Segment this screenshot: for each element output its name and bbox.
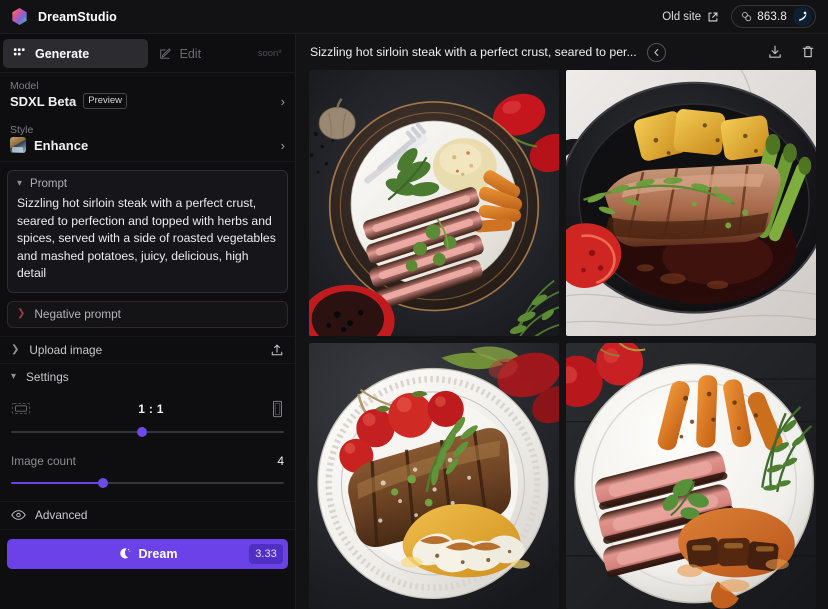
style-group-label: Style [10, 124, 34, 136]
main-actions [767, 44, 816, 60]
pencil-square-icon [159, 47, 171, 59]
top-bar: DreamStudio Old site 863.8 [0, 0, 828, 34]
negative-prompt-section: ❯ Negative prompt [0, 293, 295, 336]
prompt-input[interactable]: Sizzling hot sirloin steak with a perfec… [17, 195, 278, 283]
model-value: SDXL Beta [10, 93, 77, 109]
chevron-down-icon: ▾ [17, 178, 23, 189]
slider-fill [11, 481, 104, 484]
tab-edit-badge: soon* [257, 48, 282, 59]
image-count-slider[interactable] [11, 475, 284, 491]
negative-prompt-input[interactable]: ❯ Negative prompt [7, 300, 288, 328]
slider-track [11, 430, 284, 433]
chevron-right-icon: ❯ [11, 343, 20, 355]
old-site-link[interactable]: Old site [662, 11, 719, 23]
result-image-4[interactable] [566, 343, 816, 609]
advanced-row[interactable]: Advanced [0, 500, 295, 530]
mode-tabs: Generate Edit soon* [0, 34, 295, 73]
prompt-box[interactable]: ▾ Prompt Sizzling hot sirloin steak with… [7, 170, 288, 293]
tab-generate[interactable]: Generate [3, 39, 148, 68]
result-image-2[interactable] [566, 70, 816, 336]
model-preview-badge: Preview [83, 93, 128, 109]
brand-name: DreamStudio [38, 9, 117, 24]
prompt-label: Prompt [30, 178, 68, 190]
prompt-section: ▾ Prompt Sizzling hot sirloin steak with… [0, 162, 295, 293]
portrait-phone-icon[interactable] [271, 400, 284, 418]
aspect-ratio-slider[interactable] [11, 424, 284, 440]
external-link-icon [708, 12, 718, 21]
upload-arrow-icon[interactable] [270, 343, 284, 357]
moon-icon [119, 548, 130, 559]
dreamstudio-app: DreamStudio Old site 863.8 Generate Edit… [0, 0, 828, 609]
grid-squares-icon [13, 47, 25, 55]
aspect-ratio-value: 1 : 1 [138, 401, 164, 416]
eye-icon [11, 510, 26, 520]
tab-edit-label: Edit [179, 46, 202, 61]
coin-icon [742, 11, 752, 22]
settings-row[interactable]: ▾ Settings [0, 362, 295, 390]
image-count-header: Image count 4 [11, 449, 284, 473]
upload-image-row[interactable]: ❯ Upload image [0, 335, 295, 363]
download-icon[interactable] [767, 44, 783, 60]
left-sidebar: Generate Edit soon* Model SDXL Beta Prev… [0, 34, 296, 609]
slider-knob[interactable] [136, 426, 147, 437]
dream-cost-badge: 3.33 [249, 543, 283, 564]
dream-section: Dream 3.33 [0, 530, 295, 569]
chevron-down-icon: ▾ [11, 370, 17, 382]
prompt-header[interactable]: ▾ Prompt [17, 178, 278, 190]
style-thumbnail-icon [10, 137, 26, 153]
dream-button-label: Dream [138, 546, 178, 561]
style-section: Style Enhance › [0, 117, 295, 161]
old-site-label: Old site [662, 10, 702, 23]
brand: DreamStudio [10, 7, 117, 26]
aspect-ratio-header: 1 : 1 [11, 396, 284, 422]
credits-amount: 863.8 [757, 10, 787, 23]
negative-prompt-label: Negative prompt [34, 307, 121, 321]
landscape-frame-icon[interactable] [11, 401, 31, 416]
image-count-label: Image count [11, 453, 76, 468]
model-group-label: Model [10, 80, 39, 92]
style-value: Enhance [34, 137, 89, 153]
dream-button[interactable]: Dream 3.33 [7, 538, 288, 569]
style-selector[interactable]: Enhance › [0, 137, 295, 161]
circle-arrow-left-icon[interactable] [646, 42, 666, 62]
chevron-right-icon: › [280, 93, 285, 109]
hexagon-gradient-logo-icon [10, 7, 29, 26]
chevron-right-icon: ❯ [17, 308, 26, 319]
settings-body: 1 : 1 Image count 4 [0, 390, 295, 491]
result-image-1[interactable] [309, 70, 559, 336]
top-bar-right: Old site 863.8 [662, 5, 816, 28]
app-body: Generate Edit soon* Model SDXL Beta Prev… [0, 34, 828, 609]
results-grid [296, 70, 828, 609]
result-image-3[interactable] [309, 343, 559, 609]
settings-label: Settings [26, 369, 69, 384]
chevron-right-icon: › [280, 137, 285, 153]
user-avatar-icon[interactable] [793, 7, 812, 26]
trash-icon[interactable] [800, 44, 816, 60]
advanced-label: Advanced [35, 508, 88, 522]
model-section: Model SDXL Beta Preview › [0, 73, 295, 117]
tab-generate-label: Generate [35, 46, 90, 61]
tab-edit[interactable]: Edit soon* [148, 39, 293, 68]
main-panel: Sizzling hot sirloin steak with a perfec… [296, 34, 828, 609]
model-selector[interactable]: SDXL Beta Preview › [0, 93, 295, 117]
credits-pill[interactable]: 863.8 [731, 5, 816, 28]
slider-knob[interactable] [98, 477, 109, 488]
main-header: Sizzling hot sirloin steak with a perfec… [296, 34, 828, 70]
result-title: Sizzling hot sirloin steak with a perfec… [310, 45, 637, 59]
upload-image-label: Upload image [29, 342, 103, 357]
image-count-value: 4 [277, 453, 284, 468]
